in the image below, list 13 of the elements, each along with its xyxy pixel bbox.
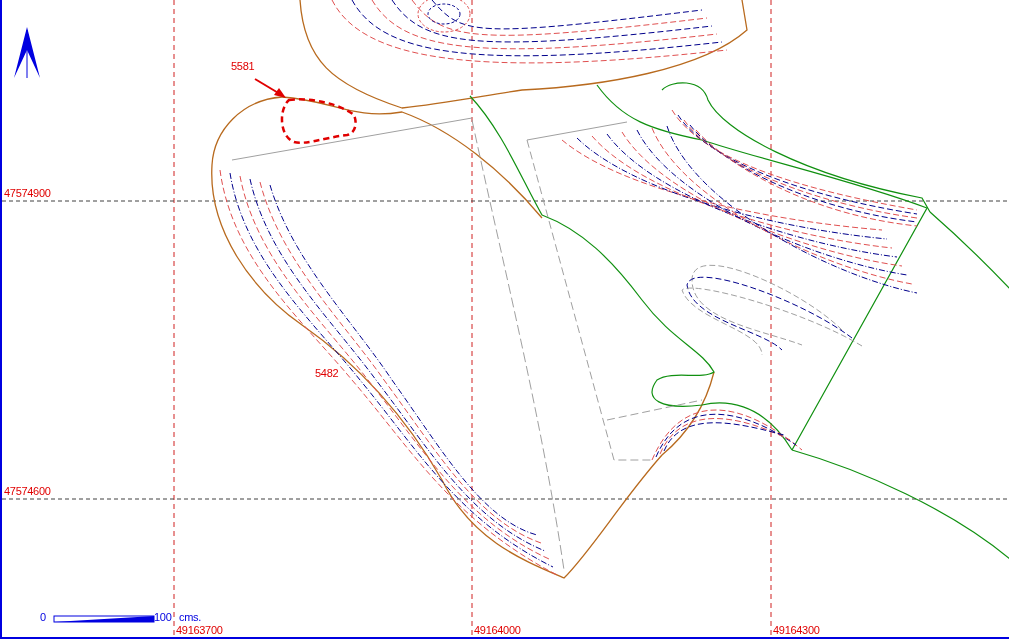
northing-label: 47574900 [4,187,51,199]
leader-line [254,78,286,98]
parcel-label: 5482 [315,367,339,379]
scale-start-label: 0 [40,611,46,623]
north-arrow-icon [14,27,40,79]
scale-end-label: 100 [154,611,172,623]
scale-bar-icon [53,615,155,623]
scale-unit-label: cms. [179,611,202,623]
easting-label: 49163700 [176,624,223,636]
northing-label: 47574600 [4,485,51,497]
easting-label: 49164300 [773,624,820,636]
parcel-label: 5581 [231,60,255,72]
easting-label: 49164000 [474,624,521,636]
